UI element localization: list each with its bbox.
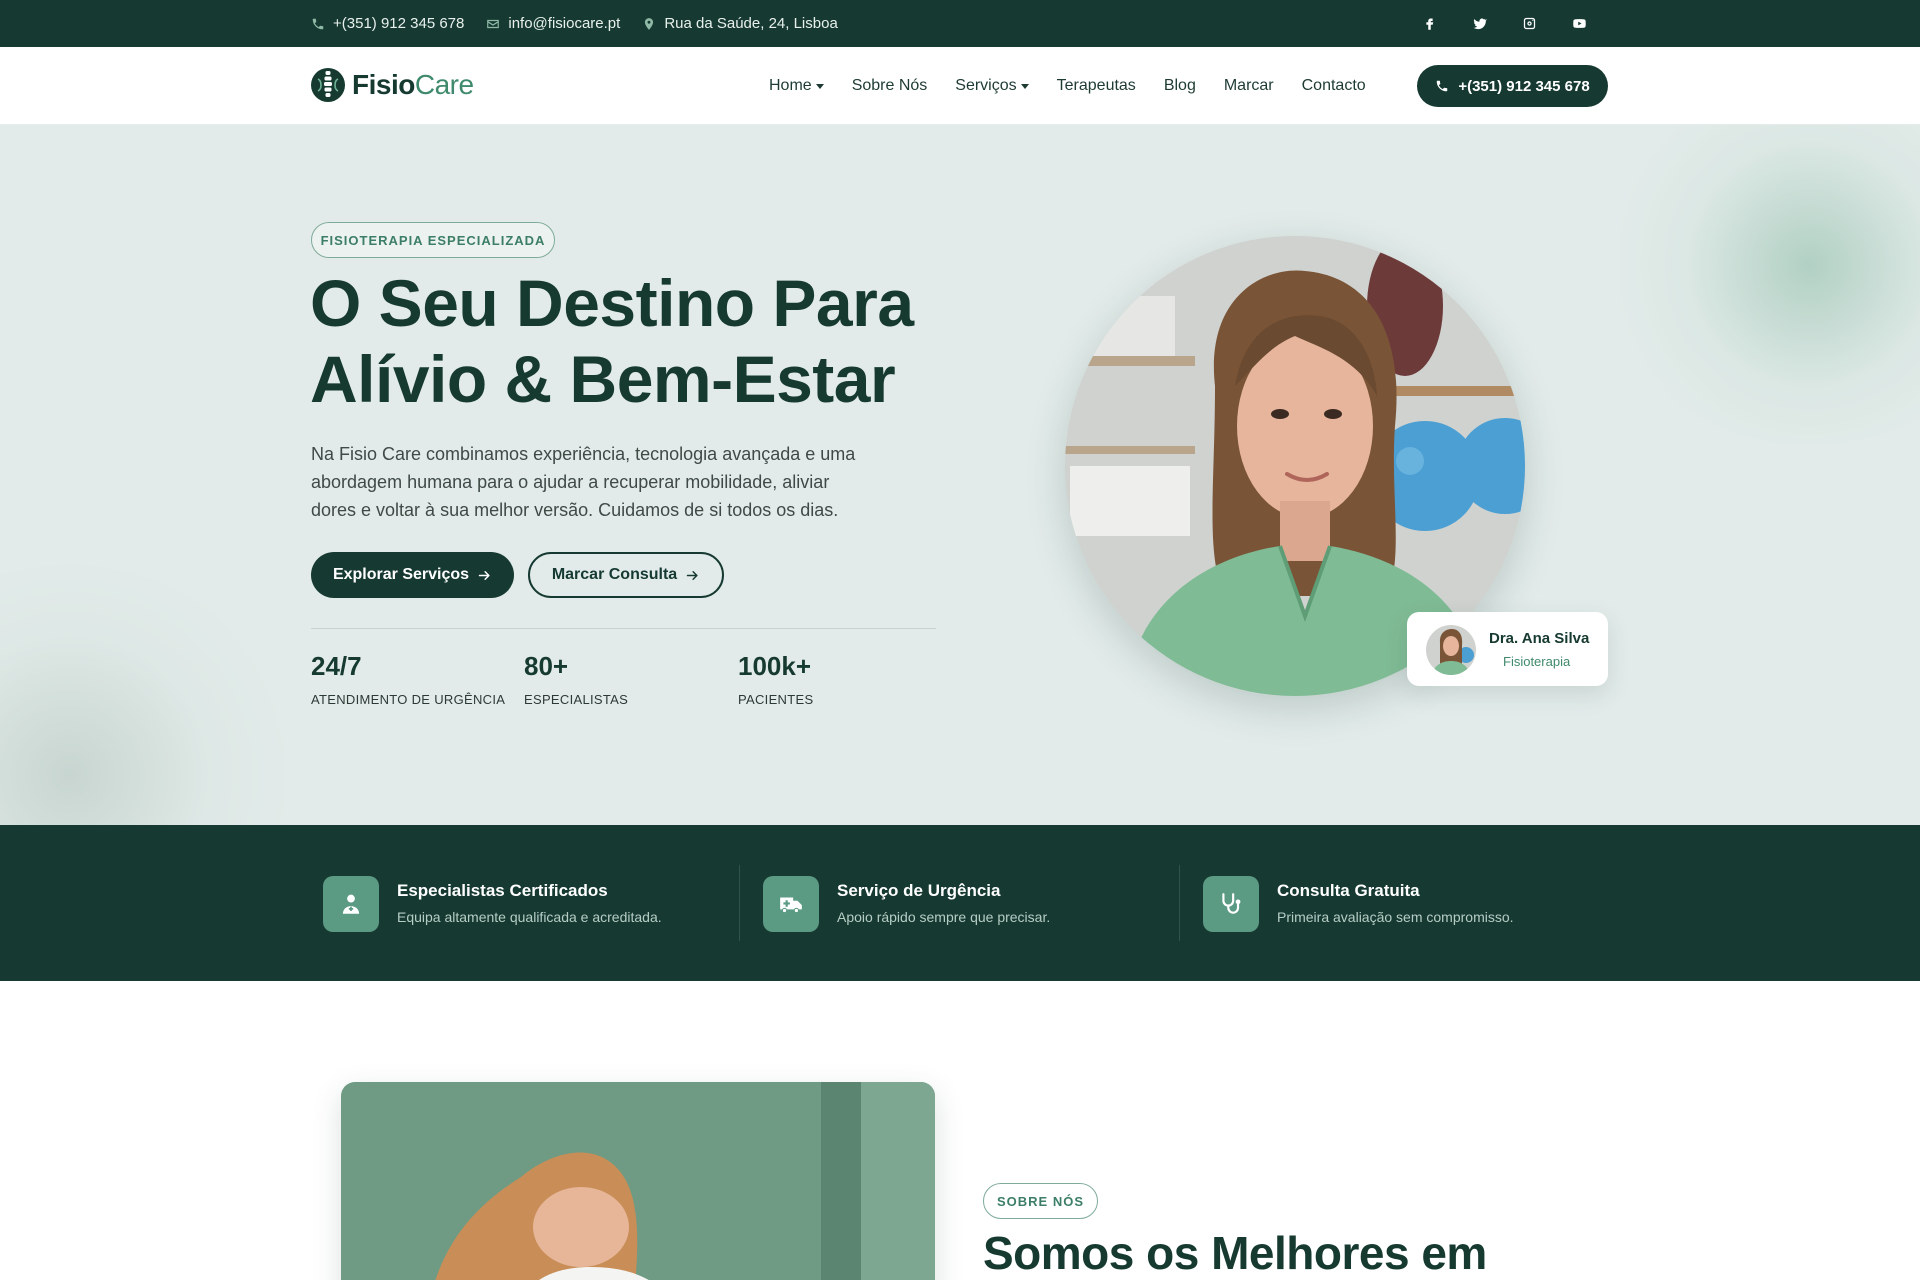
call-button-label: +(351) 912 345 678 bbox=[1458, 77, 1590, 95]
hero-tag: FISIOTERAPIA ESPECIALIZADA bbox=[311, 222, 555, 258]
stats-divider bbox=[311, 628, 936, 629]
stat-value: 80+ bbox=[524, 651, 569, 681]
decorative-blob bbox=[0, 565, 300, 825]
about-image bbox=[341, 1082, 935, 1280]
mail-icon bbox=[487, 19, 500, 28]
nav-item-terapeutas[interactable]: Terapeutas bbox=[1057, 77, 1136, 95]
nav-menu: Home Sobre Nós Serviços Terapeutas Blog … bbox=[769, 47, 1366, 125]
hero-title: O Seu Destino Para Alívio & Bem-Estar bbox=[310, 265, 1010, 417]
doctor-specialty: Fisioterapia bbox=[1503, 654, 1571, 669]
stat-label: ATENDIMENTO DE URGÊNCIA bbox=[311, 692, 506, 707]
arrow-right-icon bbox=[478, 570, 490, 580]
social-links bbox=[1420, 0, 1588, 47]
features-band: Especialistas Certificados Equipa altame… bbox=[0, 825, 1920, 981]
arrow-right-icon bbox=[686, 570, 698, 580]
feature-desc: Equipa altamente qualificada e acreditad… bbox=[397, 909, 662, 925]
instagram-icon[interactable] bbox=[1520, 15, 1538, 33]
explore-services-button[interactable]: Explorar Serviços bbox=[311, 552, 514, 598]
topbar-address-text: Rua da Saúde, 24, Lisboa bbox=[664, 15, 838, 32]
brand-name: FisioCare bbox=[352, 69, 474, 101]
feature-divider bbox=[1179, 865, 1180, 941]
stat-label: ESPECIALISTAS bbox=[524, 692, 629, 707]
stat-patients: 100k+ PACIENTES bbox=[738, 651, 813, 707]
book-appointment-button[interactable]: Marcar Consulta bbox=[528, 552, 724, 598]
nav-item-label: Marcar bbox=[1223, 77, 1274, 94]
feature-desc: Apoio rápido sempre que precisar. bbox=[837, 909, 1051, 925]
hero-lead: Na Fisio Care combinamos experiência, te… bbox=[311, 444, 856, 520]
decorative-blob bbox=[1600, 125, 1920, 445]
topbar-email[interactable]: info@fisiocare.pt bbox=[486, 15, 620, 32]
nav-item-label: Blog bbox=[1163, 77, 1196, 94]
phone-icon bbox=[1437, 80, 1448, 92]
stat-value: 24/7 bbox=[311, 651, 362, 681]
feature-title: Especialistas Certificados bbox=[397, 881, 608, 900]
brand-name-bold: Fisio bbox=[352, 69, 415, 100]
contact-info: +(351) 912 345 678 info@fisiocare.pt Rua… bbox=[311, 0, 838, 47]
about-tag: SOBRE NÓS bbox=[983, 1183, 1098, 1219]
nav-item-sobre-nos[interactable]: Sobre Nós bbox=[852, 77, 928, 95]
about-title: Somos os Melhores em bbox=[983, 1227, 1487, 1279]
doctor-avatar bbox=[1426, 625, 1476, 675]
nav-item-label: Terapeutas bbox=[1056, 77, 1136, 94]
hero-title-line1: O Seu Destino Para bbox=[310, 266, 914, 340]
stat-label: PACIENTES bbox=[738, 692, 814, 707]
nav-item-label: Home bbox=[769, 77, 812, 94]
main-navbar: FisioCare Home Sobre Nós Serviços Terape… bbox=[0, 47, 1920, 125]
stat-value: 100k+ bbox=[738, 651, 812, 681]
book-appointment-label: Marcar Consulta bbox=[551, 566, 678, 583]
brand-logo[interactable]: FisioCare bbox=[310, 65, 474, 105]
twitter-icon[interactable] bbox=[1470, 15, 1488, 33]
nav-item-label: Serviços bbox=[955, 77, 1017, 94]
doctor-icon bbox=[323, 876, 379, 932]
hero-section: FISIOTERAPIA ESPECIALIZADA O Seu Destino… bbox=[0, 125, 1920, 825]
caret-down-icon bbox=[1020, 83, 1029, 89]
topbar-address: Rua da Saúde, 24, Lisboa bbox=[642, 15, 838, 32]
nav-item-label: Sobre Nós bbox=[851, 77, 928, 94]
feature-desc: Primeira avaliação sem compromisso. bbox=[1277, 909, 1514, 925]
topbar-phone[interactable]: +(351) 912 345 678 bbox=[311, 15, 464, 32]
nav-item-servicos[interactable]: Serviços bbox=[955, 77, 1029, 95]
youtube-icon[interactable] bbox=[1570, 15, 1588, 33]
brand-name-light: Care bbox=[414, 69, 474, 100]
nav-item-home[interactable]: Home bbox=[769, 77, 824, 95]
feature-title: Serviço de Urgência bbox=[837, 881, 1001, 900]
caret-down-icon bbox=[815, 83, 824, 89]
location-pin-icon bbox=[645, 17, 654, 30]
facebook-icon[interactable] bbox=[1420, 15, 1438, 33]
nav-item-marcar[interactable]: Marcar bbox=[1224, 77, 1274, 95]
top-bar: +(351) 912 345 678 info@fisiocare.pt Rua… bbox=[0, 0, 1920, 47]
topbar-email-text: info@fisiocare.pt bbox=[508, 15, 621, 32]
stat-specialists: 80+ ESPECIALISTAS bbox=[524, 651, 628, 707]
nav-item-contacto[interactable]: Contacto bbox=[1302, 77, 1366, 95]
doctor-name: Dra. Ana Silva bbox=[1489, 630, 1590, 647]
hero-title-line2: Alívio & Bem-Estar bbox=[310, 342, 896, 416]
nav-item-label: Contacto bbox=[1301, 77, 1366, 94]
phone-icon bbox=[312, 18, 324, 29]
spine-logo-icon bbox=[311, 68, 345, 102]
feature-title: Consulta Gratuita bbox=[1277, 881, 1420, 900]
explore-services-label: Explorar Serviços bbox=[332, 566, 470, 583]
stat-urgency: 24/7 ATENDIMENTO DE URGÊNCIA bbox=[311, 651, 505, 707]
topbar-phone-text: +(351) 912 345 678 bbox=[333, 15, 465, 32]
stethoscope-icon bbox=[1203, 876, 1259, 932]
doctor-card[interactable]: Dra. Ana Silva Fisioterapia bbox=[1407, 612, 1608, 686]
feature-divider bbox=[739, 865, 740, 941]
ambulance-icon bbox=[763, 876, 819, 932]
nav-item-blog[interactable]: Blog bbox=[1164, 77, 1196, 95]
call-button[interactable]: +(351) 912 345 678 bbox=[1417, 65, 1608, 107]
